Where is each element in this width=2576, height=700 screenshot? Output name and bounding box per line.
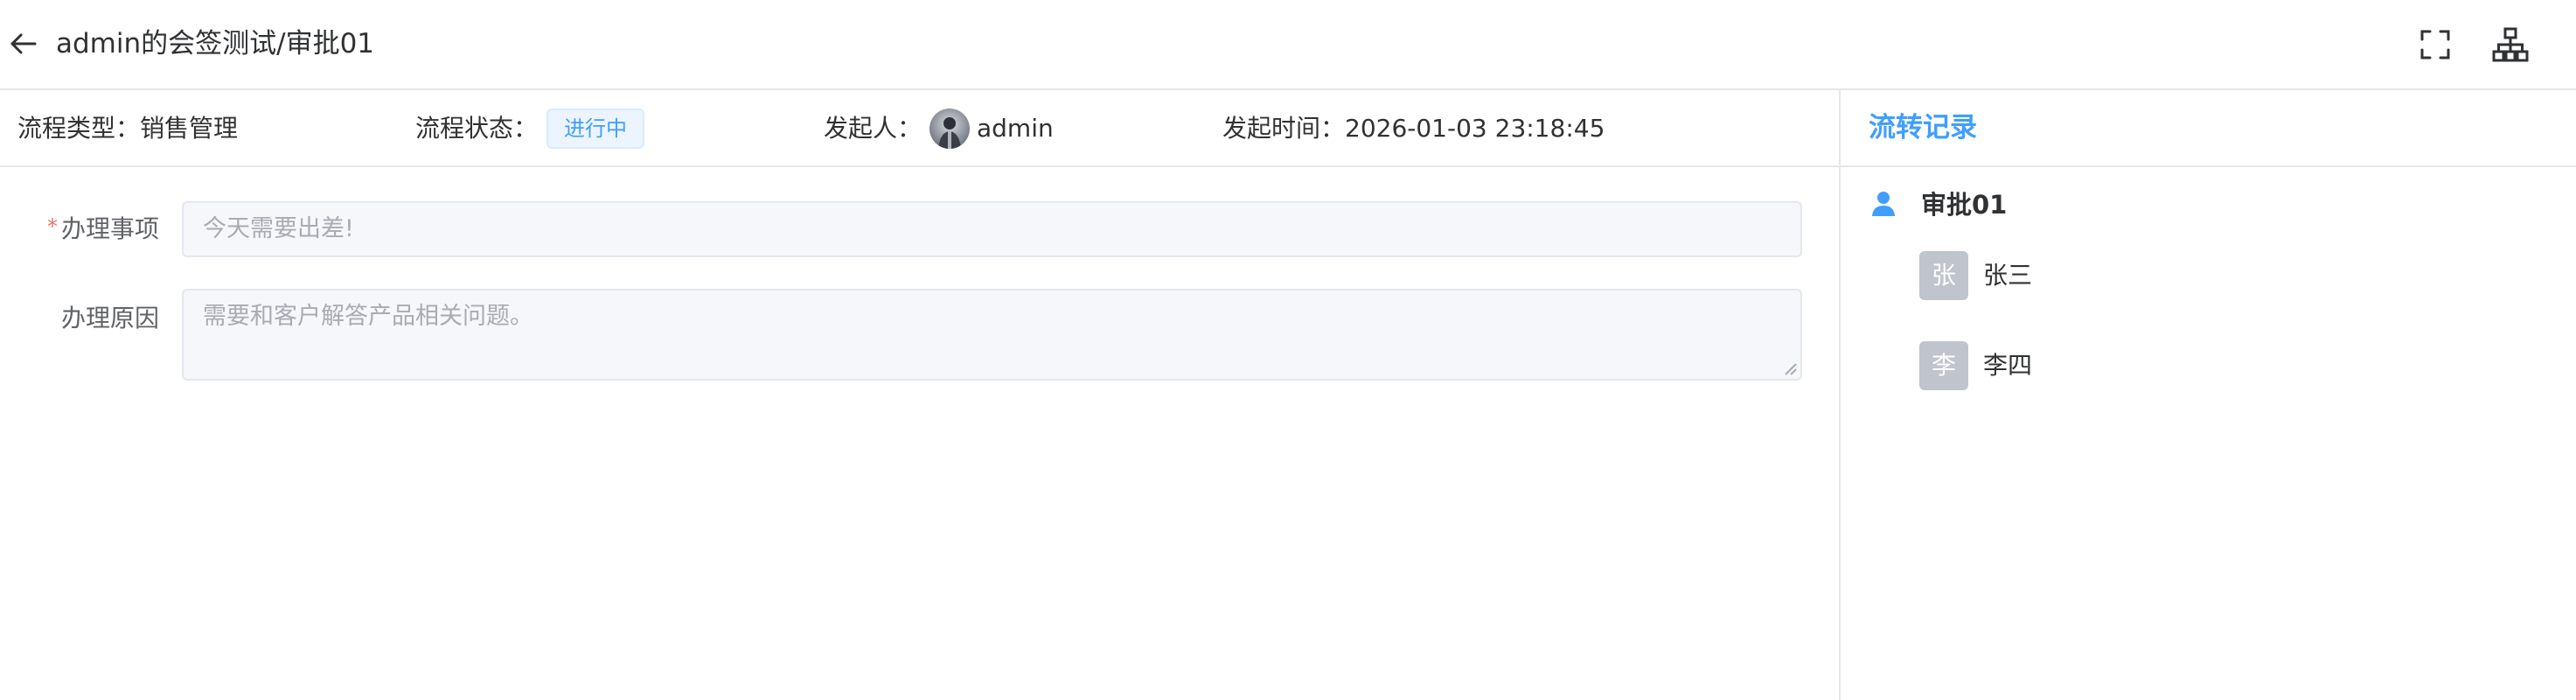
process-type-value: 销售管理	[140, 114, 239, 143]
approver-name: 张三	[1983, 261, 2033, 290]
flowchart-button[interactable]	[2490, 24, 2531, 65]
resize-handle-icon[interactable]	[1783, 361, 1797, 375]
panel-divider	[1839, 90, 1841, 700]
approver-name: 李四	[1983, 351, 2033, 380]
approver-avatar: 李	[1919, 341, 1968, 390]
org-chart-icon	[2492, 27, 2529, 62]
process-detail-page: admin的会签测试/审批01 流程类型： 销售管理 流程状态： 进行中 发起人…	[0, 0, 2576, 700]
handle-reason-field[interactable]: 需要和客户解答产品相关问题。	[182, 289, 1802, 381]
page-title: admin的会签测试/审批01	[56, 28, 375, 60]
handle-reason-value: 需要和客户解答产品相关问题。	[203, 303, 533, 330]
page-header: admin的会签测试/审批01	[0, 0, 2576, 90]
handle-item-field[interactable]: 今天需要出差!	[182, 201, 1802, 257]
arrow-left-icon	[10, 33, 37, 54]
process-type-label: 流程类型：	[17, 114, 141, 143]
fullscreen-button[interactable]	[2415, 24, 2455, 65]
start-time-value: 2026-01-03 23:18:45	[1345, 114, 1605, 143]
start-time-label: 发起时间：	[1222, 114, 1346, 143]
handle-item-label: 办理事项	[61, 214, 160, 243]
avatar	[929, 108, 970, 149]
approver-avatar: 张	[1919, 251, 1968, 300]
back-button[interactable]	[7, 26, 38, 61]
user-icon	[1872, 192, 1895, 216]
initiator-label: 发起人：	[824, 114, 922, 143]
flow-record-title[interactable]: 流转记录	[1869, 108, 1977, 148]
initiator-name: admin	[977, 114, 1054, 143]
required-mark: *	[47, 214, 58, 239]
fullscreen-icon	[2420, 30, 2450, 60]
approval-node-title: 审批01	[1921, 190, 2008, 220]
flow-record-header: 流转记录	[1841, 90, 2576, 167]
handle-item-value: 今天需要出差!	[203, 215, 354, 242]
process-status-label: 流程状态：	[415, 114, 539, 143]
status-badge: 进行中	[547, 108, 644, 149]
handle-reason-label: 办理原因	[61, 304, 160, 332]
process-info-bar: 流程类型： 销售管理 流程状态： 进行中 发起人： admin 发起时间： 20…	[0, 90, 1839, 167]
